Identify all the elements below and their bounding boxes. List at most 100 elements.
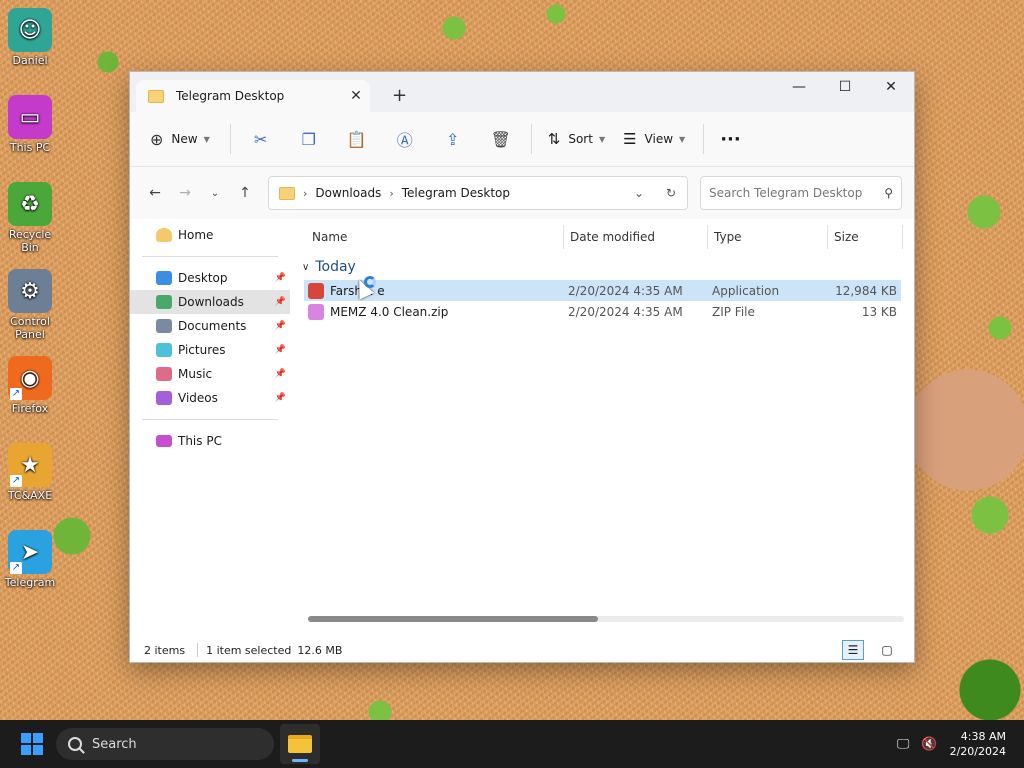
address-bar[interactable]: › Downloads › Telegram Desktop ⌄ ↻ — [268, 176, 688, 210]
sidebar-item-this-pc[interactable]: This PC — [130, 429, 290, 453]
scrollbar-thumb[interactable] — [308, 616, 598, 622]
sidebar-item-desktop[interactable]: Desktop 📌 — [130, 266, 290, 290]
column-name[interactable]: Name — [306, 225, 564, 249]
sidebar-item-videos[interactable]: Videos 📌 — [130, 386, 290, 410]
delete-icon[interactable]: 🗑 — [477, 130, 525, 149]
volume-muted-icon[interactable]: 🔇 — [921, 737, 937, 752]
maximize-button[interactable]: ☐ — [822, 72, 868, 102]
navigation-pane: Home Desktop 📌 Downloads 📌 Documents 📌 Picture… — [130, 220, 290, 638]
network-icon[interactable]: 🖵 — [897, 737, 910, 752]
group-header-today[interactable]: ∨ Today — [302, 254, 914, 280]
clock-date: 2/20/2024 — [949, 745, 1006, 758]
file-size: 13 KB — [861, 304, 897, 319]
file-rows: Farsh... e 2/20/2024 4:35 AM Application 12… — [300, 280, 914, 322]
zip-file-icon — [308, 303, 324, 320]
window-controls: — ☐ ✕ — [776, 72, 914, 102]
folder-icon — [279, 186, 295, 200]
chevron-down-icon[interactable]: ⌄ — [623, 186, 655, 200]
chevron-down-icon: ▼ — [679, 134, 686, 144]
back-arrow-icon[interactable]: ← — [140, 185, 170, 201]
file-explorer-icon — [288, 735, 312, 753]
table-row[interactable]: MEMZ 4.0 Clean.zip 2/20/2024 4:35 AM ZIP F… — [304, 301, 901, 322]
column-size[interactable]: Size — [828, 225, 903, 249]
chevron-down-icon: ▼ — [203, 134, 210, 144]
sidebar-item-label: Videos — [178, 391, 218, 405]
desktop-icon-tc-axe[interactable]: ★ ↗ TC&AXE — [2, 443, 58, 502]
folder-icon — [148, 89, 164, 103]
details-view-icon[interactable]: ☰ — [842, 640, 864, 660]
home-icon — [156, 228, 172, 242]
rename-icon[interactable]: Ⓐ — [381, 127, 429, 151]
clock-time: 4:38 AM — [960, 730, 1006, 743]
pinned-folders: Desktop 📌 Downloads 📌 Documents 📌 Pictures 📌 Mus… — [130, 266, 290, 410]
sidebar-item-downloads[interactable]: Downloads 📌 — [130, 290, 290, 314]
copy-icon[interactable]: ❐ — [285, 130, 333, 149]
clock[interactable]: 4:38 AM 2/20/2024 — [950, 729, 1006, 759]
status-bar: 2 items 1 item selected 12.6 MB ☰ ▢ — [130, 638, 914, 662]
tab-close-button[interactable]: ✕ — [342, 88, 370, 104]
telegram-icon: ➤ ↗ — [8, 530, 52, 574]
toolbar-divider — [530, 124, 532, 154]
search-input[interactable] — [709, 186, 885, 200]
table-row[interactable]: Farsh... e 2/20/2024 4:35 AM Application 12… — [304, 280, 901, 301]
sidebar-item-home[interactable]: Home — [130, 223, 290, 247]
pin-icon: 📌 — [274, 369, 286, 379]
desktop-folder-icon — [156, 271, 172, 285]
desktop-icon-label: Telegram — [4, 576, 56, 589]
busy-spinner-icon — [364, 276, 376, 288]
desktop-icon-this-pc[interactable]: ▭ This PC — [2, 95, 58, 154]
sidebar-item-music[interactable]: Music 📌 — [130, 362, 290, 386]
desktop-icon-recycle-bin[interactable]: ♻ Recycle Bin — [2, 182, 58, 254]
desktop-icon-telegram[interactable]: ➤ ↗ Telegram — [2, 530, 58, 589]
file-type: Application — [712, 283, 780, 298]
view-button[interactable]: ☰ View ▼ — [623, 130, 685, 148]
pin-icon: 📌 — [274, 273, 286, 283]
desktop-icon-daniel[interactable]: ☺ Daniel — [2, 8, 58, 67]
cut-icon[interactable]: ✂ — [237, 130, 285, 149]
breadcrumb-telegram-desktop[interactable]: Telegram Desktop — [402, 186, 510, 200]
refresh-icon[interactable]: ↻ — [655, 186, 687, 200]
collapse-chevron-icon: ∨ — [302, 261, 310, 273]
more-options-button[interactable]: ··· — [720, 129, 741, 150]
column-date-modified[interactable]: Date modified — [564, 225, 708, 249]
sidebar-divider — [142, 419, 278, 420]
file-explorer-window: Telegram Desktop ✕ + — ☐ ✕ ⊕ New ▼ ✂ ❐ 📋… — [129, 71, 915, 663]
taskbar-search[interactable]: Search — [56, 728, 274, 760]
sidebar-item-documents[interactable]: Documents 📌 — [130, 314, 290, 338]
horizontal-scrollbar[interactable] — [308, 616, 904, 622]
desktop-icon-firefox[interactable]: ◉ ↗ Firefox — [2, 356, 58, 415]
paste-icon[interactable]: 📋 — [333, 130, 381, 149]
desktop-icon-control-panel[interactable]: ⚙ Control Panel — [2, 269, 58, 341]
search-icon: ⚲ — [884, 186, 893, 200]
new-tab-button[interactable]: + — [392, 85, 407, 106]
tab-telegram-desktop[interactable]: Telegram Desktop ✕ — [136, 80, 370, 112]
tab-title: Telegram Desktop — [176, 89, 285, 103]
application-icon — [308, 282, 324, 299]
sidebar-item-pictures[interactable]: Pictures 📌 — [130, 338, 290, 362]
breadcrumb-chevron-icon[interactable]: › — [389, 187, 393, 200]
navigation-row: ← → ⌄ ↑ › Downloads › Telegram Desktop ⌄… — [130, 167, 914, 219]
breadcrumb-downloads[interactable]: Downloads — [315, 186, 381, 200]
close-button[interactable]: ✕ — [868, 72, 914, 102]
status-divider — [197, 643, 199, 657]
share-icon[interactable]: ⇪ — [429, 130, 477, 149]
tiles-view-icon[interactable]: ▢ — [876, 640, 898, 660]
documents-folder-icon — [156, 319, 172, 333]
sort-button[interactable]: ⇅ Sort ▼ — [548, 130, 605, 148]
sidebar-item-label: Music — [178, 367, 213, 381]
shortcut-arrow-icon: ↗ — [10, 562, 22, 574]
up-arrow-icon[interactable]: ↑ — [230, 185, 260, 201]
start-button[interactable] — [0, 720, 64, 768]
column-type[interactable]: Type — [708, 225, 828, 249]
view-label: View — [644, 132, 674, 146]
recent-locations-chevron-icon[interactable]: ⌄ — [200, 188, 230, 199]
file-explorer-taskbar-button[interactable] — [280, 724, 320, 764]
forward-arrow-icon[interactable]: → — [170, 185, 200, 201]
search-box[interactable]: ⚲ — [700, 176, 902, 210]
new-label: New — [171, 132, 198, 146]
minimize-button[interactable]: — — [776, 72, 822, 102]
music-folder-icon — [156, 367, 172, 381]
breadcrumb-chevron-icon[interactable]: › — [303, 187, 307, 200]
new-button[interactable]: ⊕ New ▼ — [150, 130, 210, 149]
plus-circle-icon: ⊕ — [150, 129, 164, 149]
